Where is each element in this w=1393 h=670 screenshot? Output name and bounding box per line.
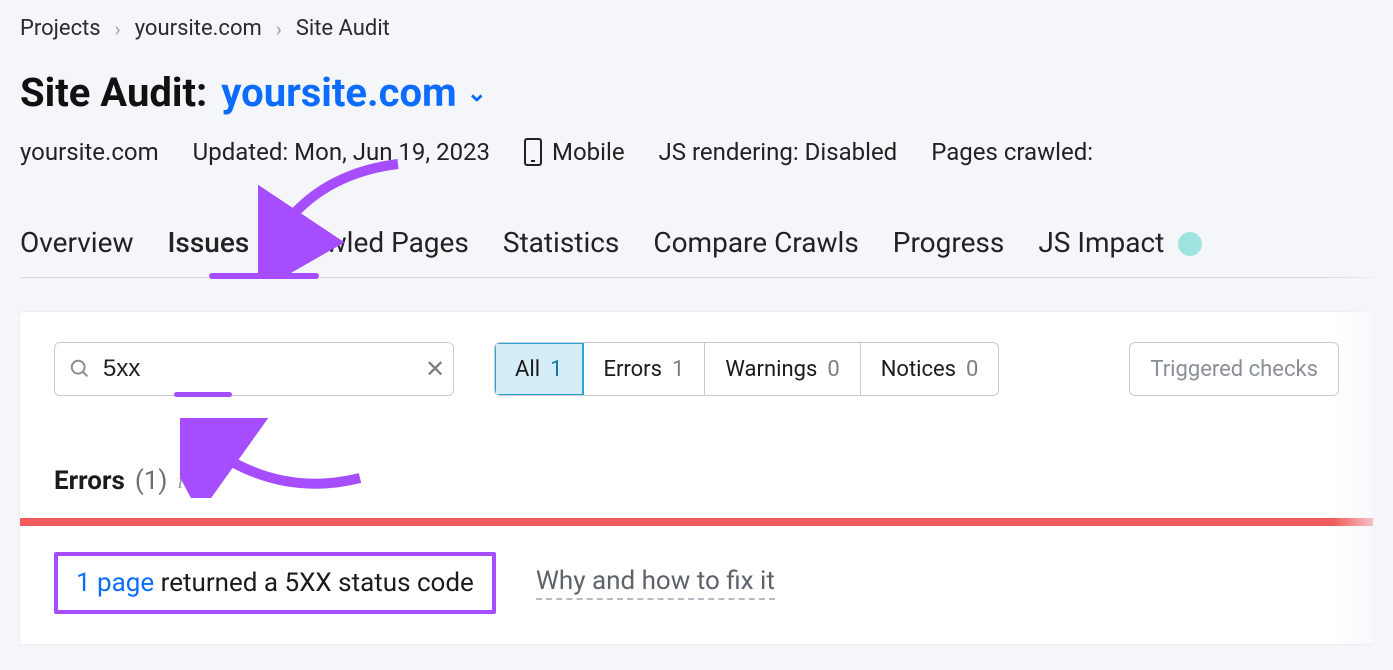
why-and-how-link[interactable]: Why and how to fix it — [536, 566, 775, 600]
filter-segmented: All1 Errors1 Warnings0 Notices0 — [494, 342, 999, 396]
annotation-underline — [174, 392, 232, 397]
errors-count: (1) — [135, 466, 168, 496]
mobile-icon — [524, 138, 542, 166]
meta-pages-crawled: Pages crawled: — [931, 138, 1093, 166]
tab-crawled-pages[interactable]: Crawled Pages — [283, 226, 469, 277]
meta-bar: yoursite.com Updated: Mon, Jun 19, 2023 … — [20, 138, 1373, 166]
meta-updated: Updated: Mon, Jun 19, 2023 — [193, 138, 490, 166]
tab-overview[interactable]: Overview — [20, 226, 134, 277]
breadcrumb: Projects › yoursite.com › Site Audit — [20, 16, 1373, 41]
filter-warnings[interactable]: Warnings0 — [705, 343, 860, 395]
errors-label: Errors — [54, 466, 125, 496]
title-prefix: Site Audit: — [20, 69, 207, 116]
info-icon[interactable]: i — [177, 468, 183, 494]
issue-page-count-link[interactable]: 1 page — [76, 568, 154, 598]
breadcrumb-site-audit[interactable]: Site Audit — [296, 16, 390, 41]
search-input[interactable] — [103, 355, 413, 383]
filter-row: ✕ All1 Errors1 Warnings0 Notices0 — [54, 342, 1339, 396]
breadcrumb-domain[interactable]: yoursite.com — [135, 16, 262, 41]
tab-issues[interactable]: Issues — [168, 226, 250, 277]
tab-compare-crawls[interactable]: Compare Crawls — [653, 226, 858, 277]
domain-selector[interactable]: yoursite.com ⌄ — [221, 69, 487, 116]
errors-severity-bar — [20, 518, 1373, 526]
issue-row: 1 page returned a 5XX status code Why an… — [20, 526, 1373, 644]
chevron-right-icon: › — [276, 17, 282, 41]
search-icon — [69, 358, 91, 380]
breadcrumb-projects[interactable]: Projects — [20, 16, 101, 41]
page-title: Site Audit: yoursite.com ⌄ — [20, 69, 1373, 116]
issue-description: returned a 5XX status code — [154, 568, 474, 598]
meta-device: Mobile — [524, 138, 625, 166]
triggered-checks-dropdown[interactable]: Triggered checks — [1129, 342, 1339, 396]
issues-panel: ✕ All1 Errors1 Warnings0 Notices0 — [20, 312, 1373, 644]
meta-domain: yoursite.com — [20, 138, 159, 166]
tab-js-impact[interactable]: JS Impact — [1038, 226, 1164, 277]
meta-js-rendering: JS rendering: Disabled — [659, 138, 898, 166]
tab-progress[interactable]: Progress — [893, 226, 1005, 277]
search-input-wrapper[interactable]: ✕ — [54, 342, 454, 396]
filter-notices[interactable]: Notices0 — [861, 343, 999, 395]
filter-errors[interactable]: Errors1 — [583, 343, 705, 395]
tab-statistics[interactable]: Statistics — [503, 226, 620, 277]
chevron-right-icon: › — [115, 17, 121, 41]
status-dot-icon — [1178, 232, 1202, 256]
clear-search-icon[interactable]: ✕ — [425, 355, 445, 383]
active-tab-indicator — [209, 273, 319, 279]
chevron-down-icon: ⌄ — [467, 79, 487, 107]
filter-all[interactable]: All1 — [495, 343, 583, 395]
errors-section-heading: Errors (1) i — [54, 466, 1339, 496]
issue-description-highlight: 1 page returned a 5XX status code — [54, 552, 496, 614]
domain-selector-label: yoursite.com — [221, 69, 456, 116]
tabs: Overview Issues Crawled Pages Statistics… — [20, 226, 1373, 278]
